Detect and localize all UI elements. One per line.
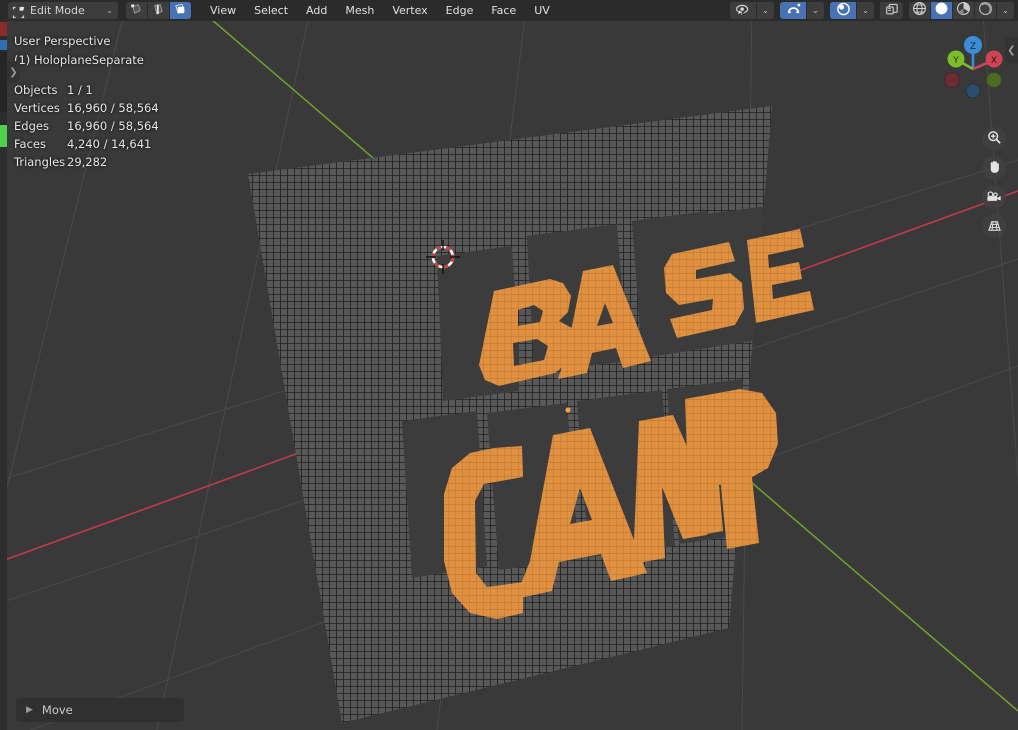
stat-value: 16,960 / 58,564	[67, 119, 159, 133]
operator-name-label: Move	[41, 703, 73, 717]
shading-group: ⌄	[909, 2, 1014, 19]
snap-group: ⌄	[780, 2, 824, 19]
menu-uv[interactable]: UV	[525, 0, 559, 21]
menu-bar: View Select Add Mesh Vertex Edge Face UV	[201, 0, 559, 21]
chevron-down-icon: ⌄	[762, 6, 769, 15]
zoom-view-button[interactable]	[982, 127, 1006, 151]
chevron-down-icon: ⌄	[862, 6, 869, 15]
sliver-mark-blue	[0, 40, 7, 50]
shading-dropdown[interactable]: ⌄	[997, 2, 1014, 19]
adjacent-editor-sliver	[0, 0, 7, 730]
camera-icon	[986, 188, 1002, 207]
visibility-selectability-button[interactable]	[730, 2, 756, 19]
camera-view-button[interactable]	[982, 185, 1006, 209]
chevron-down-icon: ⌄	[812, 6, 819, 15]
expand-triangle-icon: ▶	[26, 705, 33, 715]
menu-edge[interactable]: Edge	[437, 0, 483, 21]
shading-rendered-button[interactable]	[975, 2, 996, 19]
sliver-mark-red	[0, 22, 7, 36]
stat-row-triangles: Triangles 29,282	[14, 153, 159, 171]
grid-perspective-icon	[987, 217, 1002, 236]
gizmo-axis-z: Z	[970, 42, 976, 52]
visibility-dropdown[interactable]: ⌄	[757, 2, 774, 19]
edge-icon	[152, 1, 165, 20]
menu-face[interactable]: Face	[482, 0, 525, 21]
sliver-mark-dark	[0, 52, 7, 112]
toolbar-expand-arrow[interactable]: ❯	[7, 61, 20, 83]
header-right-group: ⌄ ⌄ ⌄ ⌄	[724, 2, 1014, 19]
magnifier-plus-icon	[987, 130, 1002, 149]
visibility-group: ⌄	[730, 2, 774, 19]
mode-selector-label: Edit Mode	[30, 4, 85, 17]
navigation-gizmo[interactable]: Z X Y	[937, 33, 1009, 105]
edit-mode-icon	[12, 4, 25, 19]
select-mode-group	[126, 2, 191, 19]
scene-statistics: Objects 1 / 1 Vertices 16,960 / 58,564 E…	[14, 81, 159, 171]
proportional-dropdown[interactable]: ⌄	[857, 2, 874, 19]
stat-value: 4,240 / 14,641	[67, 137, 152, 151]
stat-row-faces: Faces 4,240 / 14,641	[14, 135, 159, 153]
vertex-icon	[130, 1, 143, 20]
pan-view-button[interactable]	[982, 156, 1006, 180]
stat-key: Edges	[14, 119, 49, 133]
mode-selector[interactable]: Edit Mode ⌄	[8, 2, 118, 19]
object-origin-dot	[565, 407, 571, 413]
snap-toggle-button[interactable]	[780, 2, 806, 19]
menu-select[interactable]: Select	[245, 0, 297, 21]
menu-add[interactable]: Add	[297, 0, 336, 21]
gizmo-axis-y: Y	[952, 56, 959, 66]
3d-viewport[interactable]: User Perspective (1) HoloplaneSeparate O…	[7, 21, 1018, 730]
stat-value: 16,960 / 58,564	[67, 101, 159, 115]
stat-key: Vertices	[14, 101, 60, 115]
stat-value: 1 / 1	[67, 83, 93, 97]
vertex-select-mode[interactable]	[126, 2, 147, 19]
sliver-mark-green	[0, 125, 7, 147]
gizmo-axis-x: X	[991, 56, 997, 66]
view-name-label: User Perspective	[14, 34, 111, 48]
header-left-group: Edit Mode ⌄ View Select Add Mesh Vertex …	[0, 0, 559, 21]
stat-row-edges: Edges 16,960 / 58,564	[14, 117, 159, 135]
proportional-editing-button[interactable]	[830, 2, 856, 19]
operator-redo-panel[interactable]: ▶ Move	[16, 698, 184, 722]
menu-vertex[interactable]: Vertex	[383, 0, 436, 21]
hand-icon	[987, 159, 1002, 178]
shading-wireframe-button[interactable]	[909, 2, 930, 19]
proportional-icon	[836, 1, 851, 20]
rendered-sphere-icon	[978, 1, 993, 20]
blender-window: Edit Mode ⌄ View Select Add Mesh Vertex …	[0, 0, 1018, 730]
toggle-perspective-button[interactable]	[982, 214, 1006, 238]
face-icon	[174, 1, 187, 20]
viewport-side-buttons	[982, 127, 1006, 243]
gizmo-icon	[885, 1, 899, 20]
chevron-down-icon: ⌄	[106, 6, 113, 15]
stat-value: 29,282	[67, 155, 108, 169]
stat-key: Faces	[14, 137, 46, 151]
snap-dropdown[interactable]: ⌄	[807, 2, 824, 19]
shading-solid-button[interactable]	[931, 2, 952, 19]
menu-mesh[interactable]: Mesh	[336, 0, 383, 21]
shading-material-button[interactable]	[953, 2, 974, 19]
stat-row-objects: Objects 1 / 1	[14, 81, 159, 99]
viewport-header: Edit Mode ⌄ View Select Add Mesh Vertex …	[0, 0, 1018, 21]
solid-sphere-icon	[934, 1, 949, 20]
magnet-icon	[786, 1, 801, 20]
edge-select-mode[interactable]	[148, 2, 169, 19]
proportional-edit-group: ⌄	[830, 2, 874, 19]
menu-view[interactable]: View	[201, 0, 245, 21]
active-object-label: (1) HoloplaneSeparate	[14, 53, 144, 67]
face-select-mode[interactable]	[170, 2, 191, 19]
gizmo-group	[880, 2, 903, 19]
stat-row-vertices: Vertices 16,960 / 58,564	[14, 99, 159, 117]
wireframe-sphere-icon	[912, 1, 927, 20]
sliver-mark-bottom	[0, 147, 7, 730]
stat-key: Triangles	[14, 155, 66, 169]
stat-key: Objects	[14, 83, 58, 97]
eye-pointer-icon	[735, 1, 751, 20]
chevron-down-icon: ⌄	[1002, 6, 1009, 15]
show-gizmo-button[interactable]	[880, 2, 903, 19]
material-sphere-icon	[956, 1, 971, 20]
